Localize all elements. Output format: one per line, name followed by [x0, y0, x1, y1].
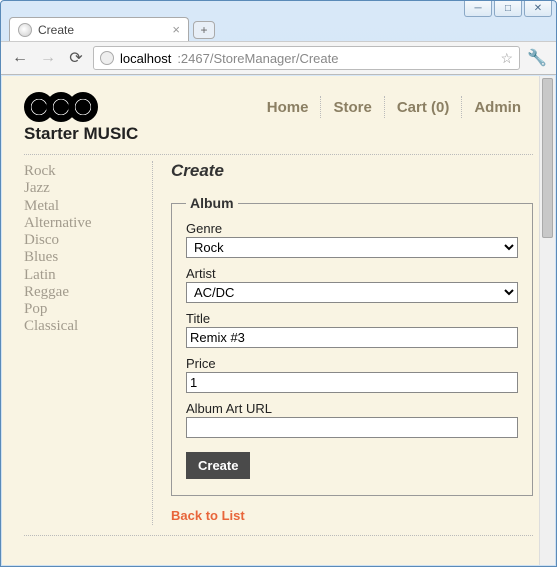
maximize-button[interactable]: □ [494, 1, 522, 17]
nav-admin[interactable]: Admin [462, 99, 533, 116]
sidebar-genre-item[interactable]: Pop [24, 301, 134, 318]
globe-icon [18, 23, 32, 37]
create-button[interactable]: Create [186, 452, 250, 479]
brand-name: Starter MUSIC [24, 124, 138, 144]
top-nav: Home Store Cart (0) Admin [255, 96, 533, 118]
address-host: localhost [120, 51, 171, 66]
tab-create[interactable]: Create × [9, 17, 189, 41]
title-label: Title [186, 311, 518, 326]
sidebar-genre-item[interactable]: Alternative [24, 215, 134, 232]
artist-select[interactable]: AC/DC [186, 282, 518, 303]
page-viewport: Starter MUSIC Home Store Cart (0) Admin … [2, 76, 555, 565]
window-controls: ─ □ ✕ [464, 1, 552, 17]
album-fieldset: Album Genre Rock Artist AC/DC [171, 195, 533, 496]
browser-window: ─ □ ✕ Create × + ← → ⟳ localhost :2467/St… [0, 0, 557, 567]
sidebar-divider [152, 161, 153, 525]
genre-label: Genre [186, 221, 518, 236]
field-genre: Genre Rock [186, 221, 518, 258]
sidebar-genre-item[interactable]: Rock [24, 163, 134, 180]
minimize-button[interactable]: ─ [464, 1, 492, 17]
fieldset-legend: Album [186, 195, 238, 211]
nav-cart[interactable]: Cart (0) [385, 99, 462, 116]
field-price: Price [186, 356, 518, 393]
new-tab-button[interactable]: + [193, 21, 215, 39]
divider [24, 154, 533, 155]
content-row: RockJazzMetalAlternativeDiscoBluesLatinR… [24, 161, 533, 525]
window-titlebar: ─ □ ✕ [1, 1, 556, 15]
price-input[interactable] [186, 372, 518, 393]
title-input[interactable] [186, 327, 518, 348]
back-to-list-link[interactable]: Back to List [171, 508, 245, 523]
globe-icon [100, 51, 114, 65]
wrench-icon[interactable]: 🔧 [526, 47, 548, 69]
genre-sidebar: RockJazzMetalAlternativeDiscoBluesLatinR… [24, 161, 134, 525]
scrollbar-thumb[interactable] [542, 78, 553, 238]
divider [24, 535, 533, 536]
records-logo-icon [24, 92, 138, 122]
page-title: Create [171, 161, 533, 181]
sidebar-genre-item[interactable]: Jazz [24, 180, 134, 197]
sidebar-genre-item[interactable]: Classical [24, 318, 134, 335]
page-body: Starter MUSIC Home Store Cart (0) Admin … [2, 76, 555, 565]
tab-close-icon[interactable]: × [172, 22, 180, 37]
nav-home[interactable]: Home [255, 99, 321, 116]
page-header: Starter MUSIC Home Store Cart (0) Admin [24, 92, 533, 144]
sidebar-genre-item[interactable]: Metal [24, 198, 134, 215]
price-label: Price [186, 356, 518, 371]
artist-label: Artist [186, 266, 518, 281]
browser-toolbar: ← → ⟳ localhost :2467/StoreManager/Create… [1, 41, 556, 75]
forward-button: → [37, 47, 59, 69]
nav-store[interactable]: Store [321, 99, 383, 116]
field-artist: Artist AC/DC [186, 266, 518, 303]
sidebar-genre-item[interactable]: Disco [24, 232, 134, 249]
logo-block: Starter MUSIC [24, 92, 138, 144]
close-button[interactable]: ✕ [524, 1, 552, 17]
reload-button[interactable]: ⟳ [65, 47, 87, 69]
sidebar-genre-item[interactable]: Reggae [24, 284, 134, 301]
art-url-label: Album Art URL [186, 401, 518, 416]
sidebar-genre-item[interactable]: Blues [24, 249, 134, 266]
address-rest: :2467/StoreManager/Create [177, 51, 338, 66]
field-art-url: Album Art URL [186, 401, 518, 438]
tab-strip: Create × + [1, 15, 556, 41]
address-bar[interactable]: localhost :2467/StoreManager/Create ☆ [93, 46, 520, 70]
tab-title: Create [38, 23, 74, 37]
main-column: Create Album Genre Rock Artist AC [171, 161, 533, 525]
bookmark-star-icon[interactable]: ☆ [500, 50, 513, 67]
genre-select[interactable]: Rock [186, 237, 518, 258]
field-title: Title [186, 311, 518, 348]
back-button[interactable]: ← [9, 47, 31, 69]
sidebar-genre-item[interactable]: Latin [24, 267, 134, 284]
scrollbar-track[interactable] [539, 76, 555, 565]
art-url-input[interactable] [186, 417, 518, 438]
